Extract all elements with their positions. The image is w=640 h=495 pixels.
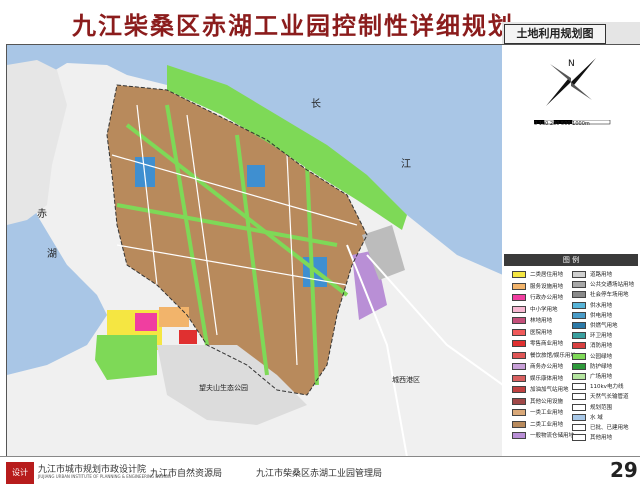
legend-label: 一类工业用地 [530, 410, 564, 416]
label-town: 城西港区 [392, 376, 420, 384]
legend-label: 娱乐康体用地 [530, 375, 564, 382]
legend-label: 加油加气站用地 [530, 387, 569, 393]
scale-bar: 0 100 200 500 1000m [534, 115, 612, 133]
legend-label: 供水用地 [590, 302, 613, 309]
legend-label: 服务设施用地 [530, 283, 564, 290]
legend-label: 供燃气用地 [590, 323, 618, 329]
legend-label: 零售商业用地 [530, 341, 564, 347]
legend-label: 供电用地 [590, 312, 613, 319]
legend-label: 防护绿地 [590, 363, 613, 370]
legend-swatch [512, 305, 526, 313]
legend-swatch [512, 397, 526, 405]
legend-swatch [512, 328, 526, 336]
legend-label: 二类居住用地 [530, 272, 564, 278]
legend-label: 餐饮旅馆/娱乐用地 [530, 352, 576, 359]
legend-label: 商务办公用地 [530, 364, 564, 370]
legend-swatch [572, 424, 586, 431]
label-chi: 赤 [37, 209, 47, 220]
legend-swatch [512, 409, 526, 416]
legend-swatch [572, 434, 586, 442]
legend-label: 其他公用设施 [530, 398, 564, 405]
legend-label: 天然气长输管道 [590, 394, 629, 401]
legend-swatch [572, 301, 586, 309]
service-block [159, 307, 189, 327]
legend-label: 广场用地 [590, 374, 613, 380]
legend-label: 医院用地 [530, 329, 553, 336]
legend-label: 道路用地 [590, 272, 613, 278]
legend-label: 规划范围 [590, 404, 613, 411]
legend-label: 消防用地 [590, 343, 613, 350]
scale-text: 0 100 200 500 1000m [534, 121, 590, 127]
land-use-map [7, 45, 503, 457]
legend-swatch [512, 386, 526, 393]
legend-label: 一般物流仓储用地 [530, 433, 575, 439]
legend-label: 行政办公用地 [530, 295, 564, 301]
legend-swatch [572, 271, 586, 278]
legend-swatch [572, 413, 586, 421]
legend-label: 环卫用地 [590, 333, 613, 340]
legend-swatch [572, 322, 586, 329]
blue-block-2 [247, 165, 265, 187]
institute-logo: 设计 [6, 462, 34, 484]
legend-label: 公共交通场站用地 [590, 282, 635, 289]
legend-label: 110kv电力线 [590, 384, 624, 391]
southwest-green [95, 335, 157, 380]
legend-swatch [572, 403, 586, 411]
label-hu: 湖 [47, 249, 57, 260]
legend-swatch [512, 432, 526, 439]
legend-swatch [512, 374, 526, 382]
admin-block [135, 313, 157, 331]
north-arrow: N [536, 52, 606, 112]
page-number: 29 [610, 458, 638, 482]
legend-label: 已批、已建用地 [590, 425, 629, 431]
legend-label: 社会停车场用地 [590, 292, 629, 299]
legend-swatch [572, 342, 586, 350]
legend-title: 图 例 [504, 254, 638, 266]
map-frame[interactable]: 长 江 赤 湖 望夫山生态公园 城西港区 [6, 44, 504, 458]
legend-swatch [512, 317, 526, 324]
legend-label: 其他用地 [590, 435, 613, 442]
legend-label: 林地用地 [530, 318, 553, 324]
legend-swatch [512, 271, 526, 278]
footer-org2: 九江市自然资源局 [150, 469, 223, 479]
legend-swatch [512, 294, 526, 301]
map-subtitle: 土地利用规划图 [504, 24, 606, 44]
legend-label: 公园绿地 [590, 353, 613, 360]
label-park: 望夫山生态公园 [199, 384, 248, 392]
legend-swatch [512, 420, 526, 428]
legend-swatch [572, 352, 586, 360]
legend-swatch [512, 340, 526, 347]
footer-org3: 九江市柴桑区赤湖工业园管理局 [256, 469, 383, 479]
legend-swatch [572, 393, 586, 401]
commercial-block [179, 330, 197, 344]
legend-label: 二类工业用地 [530, 421, 564, 428]
label-chang: 长 [311, 99, 321, 110]
legend-swatch [572, 362, 586, 370]
legend-label: 中小学用地 [530, 306, 558, 313]
legend-label: 水 域 [590, 414, 603, 421]
legend-swatch [572, 332, 586, 340]
north-letter: N [568, 59, 575, 69]
legend-swatch [512, 351, 526, 359]
legend-swatch [572, 291, 586, 299]
map-title: 九江柴桑区赤湖工业园控制性详细规划 [72, 12, 514, 40]
label-jiang: 江 [401, 159, 411, 170]
legend-swatch [572, 281, 586, 289]
legend-swatch [512, 363, 526, 370]
legend-swatch [512, 282, 526, 290]
legend-swatch [572, 383, 586, 391]
legend-swatch [572, 373, 586, 380]
legend-swatch [572, 311, 586, 319]
